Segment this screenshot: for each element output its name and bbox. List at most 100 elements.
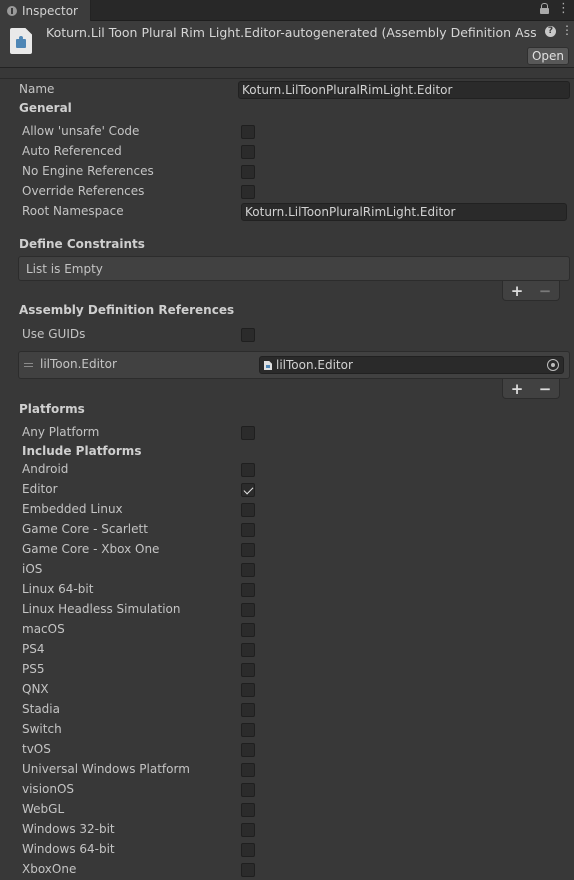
platform-label: macOS (22, 622, 65, 636)
tab-label: Inspector (22, 3, 78, 18)
any-platform-checkbox[interactable] (241, 426, 255, 440)
platform-row: Windows 64-bit (0, 840, 574, 860)
auto-referenced-checkbox[interactable] (241, 145, 255, 159)
drag-handle-icon[interactable] (24, 363, 33, 367)
object-picker-icon[interactable] (547, 359, 559, 371)
assembly-reference-value: lilToon.Editor (276, 358, 353, 372)
use-guids-row: Use GUIDs (0, 325, 574, 345)
platform-checkbox[interactable] (241, 803, 255, 817)
assembly-references-header: Assembly Definition References (0, 301, 574, 321)
platform-checkbox[interactable] (241, 583, 255, 597)
empty-list-text: List is Empty (26, 262, 103, 276)
add-constraint-button[interactable]: + (511, 282, 524, 300)
asset-header: Koturn.Lil Toon Plural Rim Light.Editor-… (0, 21, 574, 68)
platform-row: macOS (0, 620, 574, 640)
more-options-icon[interactable]: ⋮ (557, 2, 570, 15)
name-label: Name (19, 82, 55, 96)
allow-unsafe-checkbox[interactable] (241, 125, 255, 139)
platform-row: WebGL (0, 800, 574, 820)
no-engine-references-checkbox[interactable] (241, 165, 255, 179)
root-namespace-label: Root Namespace (22, 204, 124, 218)
platform-checkbox[interactable] (241, 563, 255, 577)
platform-row: XboxOne (0, 860, 574, 880)
platform-checkbox[interactable] (241, 523, 255, 537)
platform-checkbox[interactable] (241, 663, 255, 677)
inspector-body: Name Koturn.LilToonPluralRimLight.Editor… (0, 78, 574, 878)
platform-checkbox[interactable] (241, 823, 255, 837)
platform-label: PS5 (22, 662, 45, 676)
platform-label: XboxOne (22, 862, 77, 876)
remove-constraint-button[interactable]: − (539, 282, 552, 300)
define-constraints-list: List is Empty (18, 256, 570, 281)
platform-row: QNX (0, 680, 574, 700)
auto-referenced-row: Auto Referenced (0, 142, 574, 162)
include-platforms-header: Include Platforms (0, 442, 574, 462)
assembly-reference-field[interactable]: lilToon.Editor (259, 356, 564, 374)
platform-checkbox[interactable] (241, 483, 255, 497)
assembly-definition-icon (10, 28, 32, 54)
root-namespace-input[interactable]: Koturn.LilToonPluralRimLight.Editor (241, 203, 567, 221)
add-reference-button[interactable]: + (511, 380, 524, 398)
platform-row: Universal Windows Platform (0, 760, 574, 780)
platform-row: tvOS (0, 740, 574, 760)
platform-label: Windows 32-bit (22, 822, 115, 836)
override-references-checkbox[interactable] (241, 185, 255, 199)
platform-row: PS4 (0, 640, 574, 660)
platform-checkbox[interactable] (241, 763, 255, 777)
platform-label: Android (22, 462, 69, 476)
platform-row: visionOS (0, 780, 574, 800)
platform-checkbox[interactable] (241, 723, 255, 737)
open-button[interactable]: Open (527, 47, 569, 65)
platform-label: visionOS (22, 782, 75, 796)
lock-icon[interactable] (540, 3, 549, 15)
help-icon[interactable]: ? (545, 26, 556, 37)
assembly-reference-item[interactable]: lilToon.Editor lilToon.Editor (19, 355, 569, 375)
allow-unsafe-row: Allow 'unsafe' Code (0, 122, 574, 142)
info-icon (7, 5, 17, 16)
platform-label: Game Core - Xbox One (22, 542, 160, 556)
platform-checkbox[interactable] (241, 643, 255, 657)
platform-label: Linux 64-bit (22, 582, 94, 596)
platform-row: PS5 (0, 660, 574, 680)
platform-row: Switch (0, 720, 574, 740)
assembly-references-add-remove: + − (502, 379, 560, 399)
platform-row: Editor (0, 480, 574, 500)
platform-checkbox[interactable] (241, 843, 255, 857)
platform-label: PS4 (22, 642, 45, 656)
use-guids-checkbox[interactable] (241, 328, 255, 342)
platforms-header: Platforms (0, 400, 574, 420)
root-namespace-row: Root Namespace Koturn.LilToonPluralRimLi… (0, 202, 574, 222)
asset-title: Koturn.Lil Toon Plural Rim Light.Editor-… (46, 25, 536, 40)
platform-checkbox[interactable] (241, 863, 255, 877)
platform-label: tvOS (22, 742, 51, 756)
platform-checkbox[interactable] (241, 503, 255, 517)
define-constraints-add-remove: + − (502, 281, 560, 301)
remove-reference-button[interactable]: − (539, 380, 552, 398)
name-input[interactable]: Koturn.LilToonPluralRimLight.Editor (238, 81, 570, 99)
any-platform-row: Any Platform (0, 423, 574, 443)
platform-checkbox[interactable] (241, 543, 255, 557)
platform-row: Windows 32-bit (0, 820, 574, 840)
define-constraints-heading: Define Constraints (19, 237, 145, 251)
platform-label: WebGL (22, 802, 65, 816)
tab-controls: ⋮ (540, 2, 570, 15)
platform-label: QNX (22, 682, 49, 696)
define-constraints-header: Define Constraints (0, 235, 574, 255)
platform-label: Embedded Linux (22, 502, 123, 516)
platform-label: Stadia (22, 702, 60, 716)
platform-checkbox[interactable] (241, 683, 255, 697)
assembly-references-list: lilToon.Editor lilToon.Editor (18, 351, 570, 379)
platform-checkbox[interactable] (241, 743, 255, 757)
allow-unsafe-label: Allow 'unsafe' Code (22, 124, 140, 138)
platform-checkbox[interactable] (241, 623, 255, 637)
platform-checkbox[interactable] (241, 603, 255, 617)
platform-checkbox[interactable] (241, 703, 255, 717)
auto-referenced-label: Auto Referenced (22, 144, 122, 158)
context-menu-icon[interactable]: ⋮ (561, 24, 573, 36)
platform-label: Windows 64-bit (22, 842, 115, 856)
platform-checkbox[interactable] (241, 783, 255, 797)
tab-inspector[interactable]: Inspector (0, 0, 91, 21)
platform-row: Linux Headless Simulation (0, 600, 574, 620)
override-references-row: Override References (0, 182, 574, 202)
platform-checkbox[interactable] (241, 463, 255, 477)
